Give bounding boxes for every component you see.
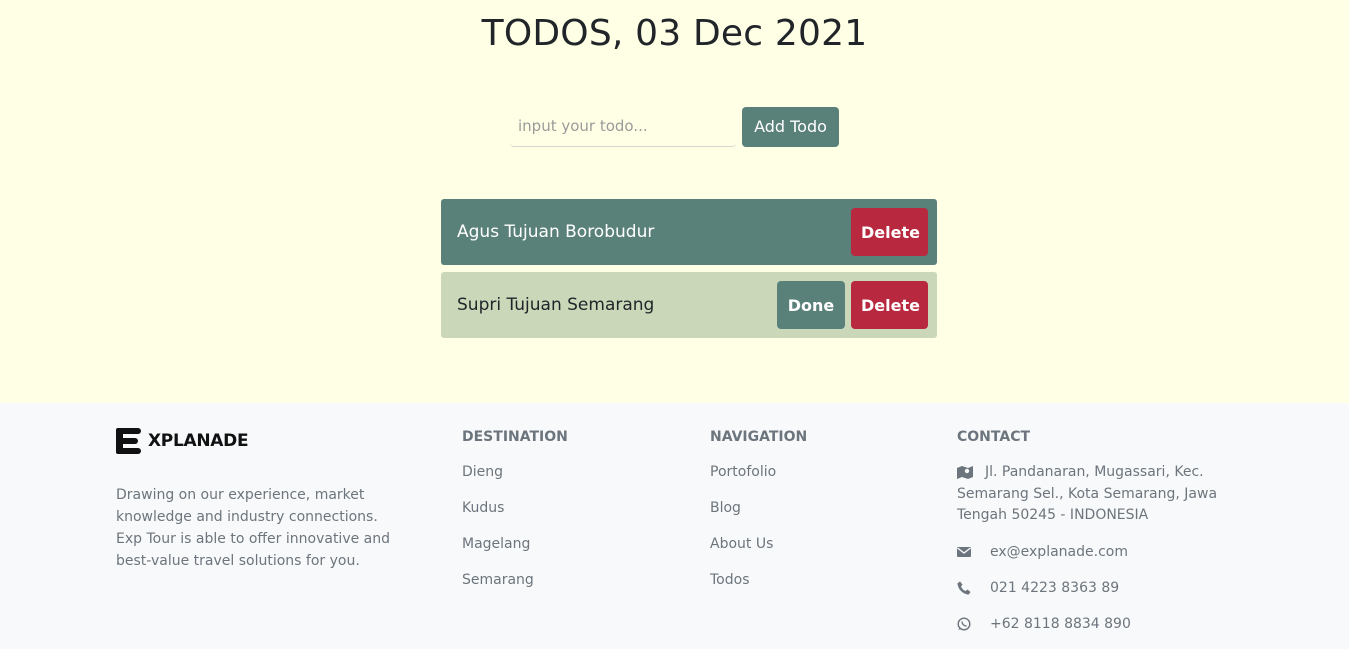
nav-link-todos[interactable]: Todos bbox=[710, 572, 749, 588]
nav-link-blog[interactable]: Blog bbox=[710, 500, 741, 516]
page-title: TODOS, 03 Dec 2021 bbox=[481, 13, 868, 54]
list-item: Kudus bbox=[462, 498, 568, 519]
list-item: Todos bbox=[710, 570, 807, 591]
whatsapp-icon bbox=[957, 616, 971, 631]
destination-link-magelang[interactable]: Magelang bbox=[462, 536, 530, 552]
list-item: Magelang bbox=[462, 534, 568, 555]
delete-button[interactable]: Delete bbox=[851, 281, 928, 329]
footer-destination-column: DESTINATION Dieng Kudus Magelang Semaran… bbox=[462, 427, 568, 606]
list-item: About Us bbox=[710, 534, 807, 555]
phone-text[interactable]: 021 4223 8363 89 bbox=[990, 577, 1119, 599]
navigation-list: Portofolio Blog About Us Todos bbox=[710, 462, 807, 591]
list-item: Blog bbox=[710, 498, 807, 519]
footer-contact-column: CONTACT Jl. Pandanaran, Mugassari, Kec. … bbox=[957, 427, 1232, 649]
destination-heading: DESTINATION bbox=[462, 429, 568, 445]
footer: XPLANADE Drawing on our experience, mark… bbox=[0, 403, 1349, 648]
todo-text: Agus Tujuan Borobudur bbox=[457, 222, 655, 242]
list-item: Semarang bbox=[462, 570, 568, 591]
phone-icon bbox=[957, 581, 971, 594]
contact-list: Jl. Pandanaran, Mugassari, Kec. Semarang… bbox=[957, 462, 1232, 635]
footer-navigation-column: NAVIGATION Portofolio Blog About Us Todo… bbox=[710, 427, 807, 606]
contact-email: ex@explanade.com bbox=[957, 541, 1232, 563]
brand-name: XPLANADE bbox=[148, 431, 249, 451]
footer-about-column: XPLANADE Drawing on our experience, mark… bbox=[116, 427, 391, 572]
todo-text: Supri Tujuan Semarang bbox=[457, 295, 655, 315]
email-text[interactable]: ex@explanade.com bbox=[990, 541, 1128, 563]
envelope-icon bbox=[957, 546, 971, 557]
brand[interactable]: XPLANADE bbox=[116, 427, 391, 455]
list-item: Dieng bbox=[462, 462, 568, 483]
delete-button[interactable]: Delete bbox=[851, 208, 928, 256]
navigation-heading: NAVIGATION bbox=[710, 429, 808, 445]
todo-form: Add Todo bbox=[510, 106, 839, 147]
contact-phone: 021 4223 8363 89 bbox=[957, 577, 1232, 599]
map-marker-icon bbox=[957, 466, 973, 479]
whatsapp-text[interactable]: +62 8118 8834 890 bbox=[990, 613, 1131, 635]
destination-link-dieng[interactable]: Dieng bbox=[462, 464, 503, 480]
todo-item: Supri Tujuan Semarang Done Delete bbox=[441, 272, 937, 338]
add-todo-button[interactable]: Add Todo bbox=[742, 106, 839, 147]
nav-link-about-us[interactable]: About Us bbox=[710, 536, 773, 552]
nav-link-portofolio[interactable]: Portofolio bbox=[710, 464, 776, 480]
contact-whatsapp: +62 8118 8834 890 bbox=[957, 613, 1232, 635]
todo-item: Agus Tujuan Borobudur Delete bbox=[441, 199, 937, 265]
todo-list: Agus Tujuan Borobudur Delete Supri Tujua… bbox=[441, 199, 937, 345]
done-button[interactable]: Done bbox=[777, 281, 845, 329]
list-item: Portofolio bbox=[710, 462, 807, 483]
todo-input[interactable] bbox=[510, 106, 736, 147]
contact-address: Jl. Pandanaran, Mugassari, Kec. Semarang… bbox=[957, 462, 1232, 527]
todo-section: TODOS, 03 Dec 2021 Add Todo Agus Tujuan … bbox=[0, 0, 1349, 403]
contact-heading: CONTACT bbox=[957, 429, 1031, 445]
about-text: Drawing on our experience, market knowle… bbox=[116, 487, 391, 569]
destination-link-kudus[interactable]: Kudus bbox=[462, 500, 504, 516]
address-text: Jl. Pandanaran, Mugassari, Kec. Semarang… bbox=[957, 464, 1218, 523]
destination-list: Dieng Kudus Magelang Semarang bbox=[462, 462, 568, 591]
explanade-logo-icon bbox=[116, 428, 141, 454]
destination-link-semarang[interactable]: Semarang bbox=[462, 572, 534, 588]
